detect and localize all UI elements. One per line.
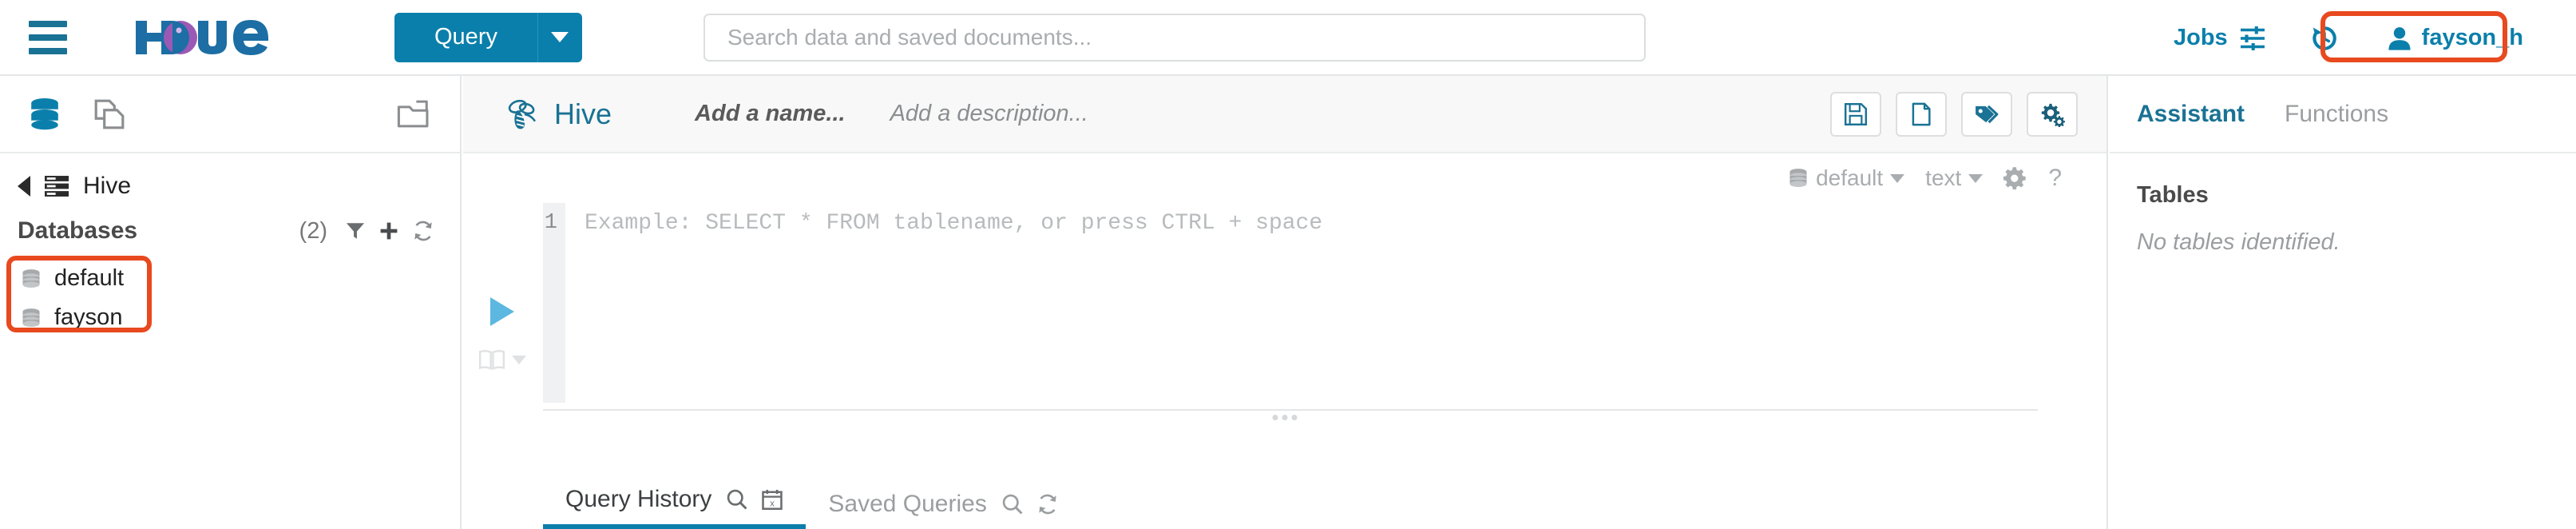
save-button[interactable] (1830, 91, 1881, 137)
editor-title-label: Hive (554, 97, 612, 130)
play-icon[interactable] (490, 297, 514, 326)
result-format-label: text (1925, 165, 1962, 190)
hue-logo[interactable] (129, 13, 294, 62)
new-document-button[interactable] (1896, 91, 1947, 137)
search-icon[interactable] (1001, 493, 1024, 515)
jobs-button[interactable]: Jobs (2174, 25, 2266, 51)
documents-icon (94, 99, 125, 129)
gear-icon[interactable] (2003, 166, 2027, 190)
tags-button[interactable] (1961, 91, 2012, 137)
database-selector[interactable]: default (1788, 165, 1905, 191)
code-placeholder: Example: SELECT * FROM tablename, or pre… (585, 211, 1323, 236)
floppy-disk-icon (1844, 102, 1868, 125)
editor-divider (543, 409, 2038, 411)
chevron-left-icon[interactable] (18, 176, 30, 197)
databases-header: Databases (2) (0, 208, 460, 251)
editor-header: Hive Add a name... Add a description... (463, 76, 2106, 153)
editor-body: 1 Example: SELECT * FROM tablename, or p… (463, 203, 2106, 420)
tables-empty-message: No tables identified. (2137, 229, 2340, 255)
left-sidebar: Hive Databases (2) default fayson (0, 76, 462, 529)
database-name: default (54, 265, 125, 291)
hue-query-editor-page: Query Jobs (0, 0, 2576, 529)
hamburger-icon[interactable] (29, 20, 67, 54)
resize-grip[interactable] (1272, 415, 1298, 420)
editor-action-buttons (1830, 91, 2078, 137)
gears-icon (2041, 103, 2065, 127)
query-name-input[interactable]: Add a name... (695, 101, 846, 127)
help-button[interactable]: ? (2048, 165, 2062, 192)
editor-panel: Hive Add a name... Add a description... (463, 76, 2108, 529)
chevron-down-icon (1890, 173, 1905, 183)
global-search (703, 13, 1646, 62)
history-button[interactable] (2309, 23, 2340, 54)
tab-functions[interactable]: Functions (2285, 101, 2388, 128)
assistant-tables-section: Tables No tables identified. (2110, 153, 2576, 256)
tab-assistant[interactable]: Assistant (2137, 101, 2245, 128)
tab-saved-queries[interactable]: Saved Queries (806, 491, 1080, 529)
database-icon (22, 308, 40, 327)
query-dropdown-button[interactable] (537, 12, 582, 62)
list-item[interactable]: fayson (0, 298, 460, 337)
sidebar-item-import[interactable] (396, 97, 431, 131)
database-icon (1789, 169, 1807, 187)
database-icon (31, 97, 58, 129)
variables-button[interactable] (478, 348, 526, 371)
svg-text:x: x (771, 499, 775, 508)
bottom-tabs: Query History x Saved Queries (463, 473, 2106, 529)
chevron-down-icon (551, 32, 569, 42)
user-menu-button[interactable]: fayson_h (2372, 18, 2539, 58)
query-button[interactable]: Query (394, 12, 537, 62)
query-button-group: Query (394, 12, 582, 62)
file-icon (1912, 102, 1931, 125)
sidebar-item-databases[interactable] (29, 97, 61, 131)
search-icon[interactable] (726, 488, 748, 511)
sidebar-breadcrumb[interactable]: Hive (0, 153, 460, 208)
breadcrumb-label: Hive (83, 173, 132, 199)
sliders-icon (2240, 26, 2265, 50)
chevron-down-icon (1968, 173, 1984, 183)
hive-bee-icon (508, 99, 537, 129)
editor-gutter-actions (474, 297, 530, 371)
list-item[interactable]: default (0, 259, 460, 298)
sidebar-icon-bar (0, 76, 460, 153)
query-description-input[interactable]: Add a description... (890, 101, 1088, 127)
plus-icon[interactable] (378, 221, 399, 241)
search-input[interactable] (703, 13, 1646, 62)
refresh-icon[interactable] (1036, 493, 1059, 515)
tab-label: Saved Queries (828, 491, 987, 517)
line-number: 1 (543, 203, 565, 403)
tab-query-history[interactable]: Query History x (543, 486, 806, 529)
databases-list: default fayson (0, 256, 460, 337)
tags-icon (1976, 105, 1999, 123)
databases-title: Databases (18, 217, 138, 244)
chevron-down-icon (512, 355, 526, 364)
editor-title: Hive (506, 97, 612, 131)
calendar-x-icon[interactable]: x (761, 488, 783, 511)
user-label: fayson_h (2421, 25, 2523, 50)
tab-label: Query History (565, 486, 712, 512)
database-name: fayson (54, 304, 123, 330)
editor-subbar: default text ? (463, 153, 2106, 203)
result-format-selector[interactable]: text (1925, 165, 1984, 191)
jobs-label: Jobs (2173, 25, 2228, 50)
refresh-icon[interactable] (412, 220, 434, 242)
filter-icon[interactable] (345, 221, 366, 241)
navbar-right-actions: Jobs fayson_h (2174, 0, 2539, 76)
database-selector-label: default (1816, 165, 1884, 190)
code-editor[interactable]: 1 Example: SELECT * FROM tablename, or p… (543, 203, 2106, 403)
assistant-panel: Assistant Functions Tables No tables ide… (2110, 76, 2576, 529)
server-icon (45, 176, 69, 197)
database-icon (22, 268, 40, 288)
top-navbar: Query Jobs (0, 0, 2576, 76)
sidebar-item-documents[interactable] (93, 97, 126, 131)
assistant-tabs: Assistant Functions (2110, 76, 2576, 153)
history-icon (2312, 26, 2336, 50)
tables-title: Tables (2137, 182, 2209, 208)
user-icon (2388, 26, 2411, 50)
import-folder-icon (397, 100, 429, 127)
databases-tools: (2) (299, 218, 434, 245)
databases-count: (2) (299, 217, 327, 244)
book-icon (478, 350, 505, 370)
settings-button[interactable] (2027, 91, 2078, 137)
